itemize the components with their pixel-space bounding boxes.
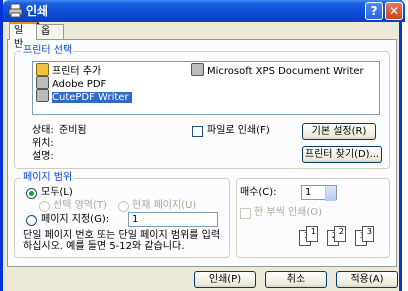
cancel-button[interactable]: 취소	[265, 271, 327, 288]
copies-value: 1	[305, 187, 312, 198]
close-button[interactable]: ✕	[385, 2, 403, 20]
range-selection-label: 선택 영역(T)	[53, 200, 107, 211]
print-to-file-label: 파일로 인쇄(F)	[207, 125, 270, 136]
comment-label: 설명:	[32, 151, 54, 162]
printer-item-add[interactable]: 프린터 추가	[36, 63, 101, 77]
printer-item-adobe-pdf[interactable]: Adobe PDF	[36, 76, 106, 90]
printer-item-cutepdf[interactable]: CutePDF Writer	[36, 89, 132, 103]
range-selection-radio[interactable]	[39, 201, 50, 212]
printer-select-group: 프린터 선택 프린터 추가 Microsoft XPS Document Wri…	[14, 45, 390, 169]
tab-options[interactable]: 옵션	[36, 24, 64, 51]
collate-page-icon: 2	[334, 226, 346, 242]
printer-item-cutepdf-label: CutePDF Writer	[52, 92, 132, 103]
preferences-button[interactable]: 기본 설정(R)	[302, 123, 376, 140]
range-all-label: 모두(L)	[41, 187, 73, 198]
printer-icon	[191, 63, 204, 76]
range-pages-label: 페이지 지정(G):	[41, 214, 110, 225]
page-range-group: 페이지 범위 모두(L) 선택 영역(T) 현재 페이지(U) 페이지 지정(G…	[14, 172, 230, 258]
collate-checkbox[interactable]	[240, 208, 251, 219]
copies-label: 매수(C):	[240, 187, 277, 198]
page-range-label: 페이지 범위	[21, 172, 75, 184]
print-dialog: 인쇄 ? ✕ 일반 옵션 프린터 선택 프린터 추가 Microsoft XPS…	[0, 0, 405, 291]
range-all-radio[interactable]	[26, 188, 37, 199]
status-value: 준비됨	[59, 125, 87, 136]
copies-group: 매수(C): 1 한 부씩 인쇄(O) 1 1 2 2 3 3	[236, 178, 390, 258]
collate-page-icon: 3	[362, 226, 374, 242]
print-to-file-checkbox[interactable]	[192, 126, 203, 137]
range-current-page-label: 현재 페이지(U)	[132, 200, 197, 211]
location-label: 위치:	[32, 138, 54, 149]
printer-icon	[36, 89, 49, 102]
print-button[interactable]: 인쇄(P)	[194, 271, 256, 288]
range-hint: 단일 페이지 번호 또는 단일 페이지 범위를 입력하십시오. 예를 들면 5-…	[23, 230, 221, 252]
pages-input[interactable]: 1	[128, 212, 218, 227]
window-title: 인쇄	[26, 4, 49, 18]
printer-icon	[36, 76, 49, 89]
range-pages-radio[interactable]	[26, 215, 37, 226]
tab-panel-general: 프린터 선택 프린터 추가 Microsoft XPS Document Wri…	[7, 39, 397, 267]
status-label: 상태:	[32, 125, 54, 136]
collate-page-icon: 1	[306, 226, 318, 242]
apply-button[interactable]: 적용(A)	[336, 271, 398, 288]
collate-label: 한 부씩 인쇄(O)	[254, 207, 323, 218]
printer-icon	[8, 3, 23, 18]
find-printer-button[interactable]: 프린터 찾기(D)...	[302, 146, 382, 163]
add-printer-icon	[36, 63, 49, 76]
printer-list[interactable]: 프린터 추가 Microsoft XPS Document Writer Ado…	[32, 61, 380, 115]
range-current-page-radio[interactable]	[118, 201, 129, 212]
tab-general[interactable]: 일반	[9, 22, 37, 50]
help-button[interactable]: ?	[365, 2, 383, 20]
copies-spinner[interactable]	[325, 186, 336, 201]
title-bar[interactable]: 인쇄 ? ✕	[3, 0, 405, 22]
printer-select-label: 프린터 선택	[21, 45, 75, 57]
printer-item-xps[interactable]: Microsoft XPS Document Writer	[191, 63, 364, 77]
copies-input[interactable]: 1	[301, 185, 337, 201]
